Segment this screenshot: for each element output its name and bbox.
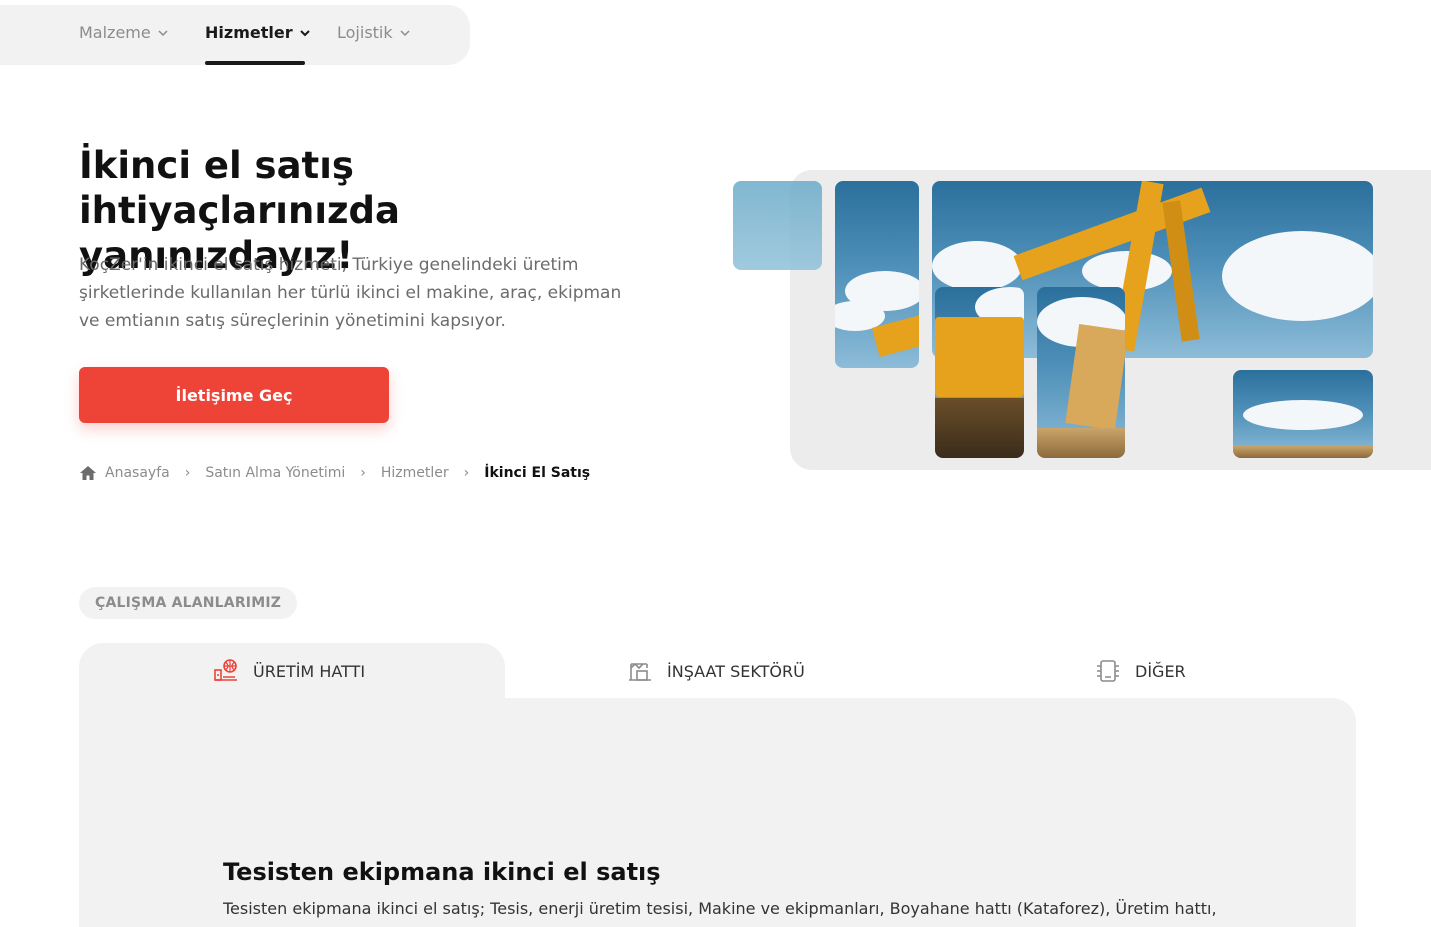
tab-panel [79, 698, 1356, 927]
tab-label: İNŞAAT SEKTÖRÜ [667, 661, 805, 681]
nav-item-lojistik[interactable]: Lojistik [337, 23, 411, 42]
panel-text: Tesisten ekipmana ikinci el satış; Tesis… [223, 899, 1217, 918]
breadcrumb-anasayfa[interactable]: Anasayfa [105, 465, 170, 481]
breadcrumb-current: İkinci El Satış [484, 465, 591, 481]
chevron-down-icon [158, 29, 168, 36]
tab-diger[interactable]: DİĞER [1095, 658, 1186, 684]
collage-tile [935, 287, 1024, 458]
top-nav: Malzeme Hizmetler Lojistik [0, 5, 470, 65]
nav-item-label: Malzeme [79, 23, 151, 42]
hero-description: KoçZer'in ikinci el satış hizmeti, Türki… [79, 255, 622, 331]
nav-item-malzeme[interactable]: Malzeme [79, 23, 169, 42]
chevron-right-icon: › [463, 465, 470, 481]
breadcrumb-satin-alma[interactable]: Satın Alma Yönetimi [205, 465, 345, 481]
contact-button[interactable]: İletişime Geç [79, 367, 389, 423]
tab-label: DİĞER [1135, 661, 1186, 681]
home-icon[interactable] [79, 464, 97, 482]
tab-label: ÜRETİM HATTI [253, 661, 366, 681]
other-icon [1097, 660, 1119, 682]
nav-item-label: Lojistik [337, 23, 393, 42]
tab-insaat-sektoru[interactable]: İNŞAAT SEKTÖRÜ [627, 658, 805, 684]
panel-title: Tesisten ekipmana ikinci el satış [223, 858, 661, 886]
breadcrumb: Anasayfa › Satın Alma Yönetimi › Hizmetl… [79, 464, 590, 482]
chevron-right-icon: › [360, 465, 366, 481]
breadcrumb-hizmetler[interactable]: Hizmetler [381, 465, 449, 481]
section-tag: ÇALIŞMA ALANLARIMIZ [79, 587, 298, 619]
collage-tile [835, 181, 919, 368]
nav-item-hizmetler[interactable]: Hizmetler [205, 23, 311, 42]
page: Malzeme Hizmetler Lojistik İkinci el sat… [0, 0, 1431, 927]
collage-tile [1233, 370, 1373, 458]
active-nav-indicator [205, 61, 305, 65]
tab-uretim-hatti[interactable]: ÜRETİM HATTI [213, 658, 365, 684]
collage-tile [1037, 287, 1125, 458]
collage-tile [733, 181, 822, 270]
construction-icon [629, 663, 651, 681]
chevron-right-icon: › [184, 465, 191, 481]
chevron-down-icon [299, 29, 310, 36]
production-line-icon [214, 659, 237, 681]
nav-item-label: Hizmetler [205, 23, 293, 42]
chevron-down-icon [400, 29, 410, 36]
